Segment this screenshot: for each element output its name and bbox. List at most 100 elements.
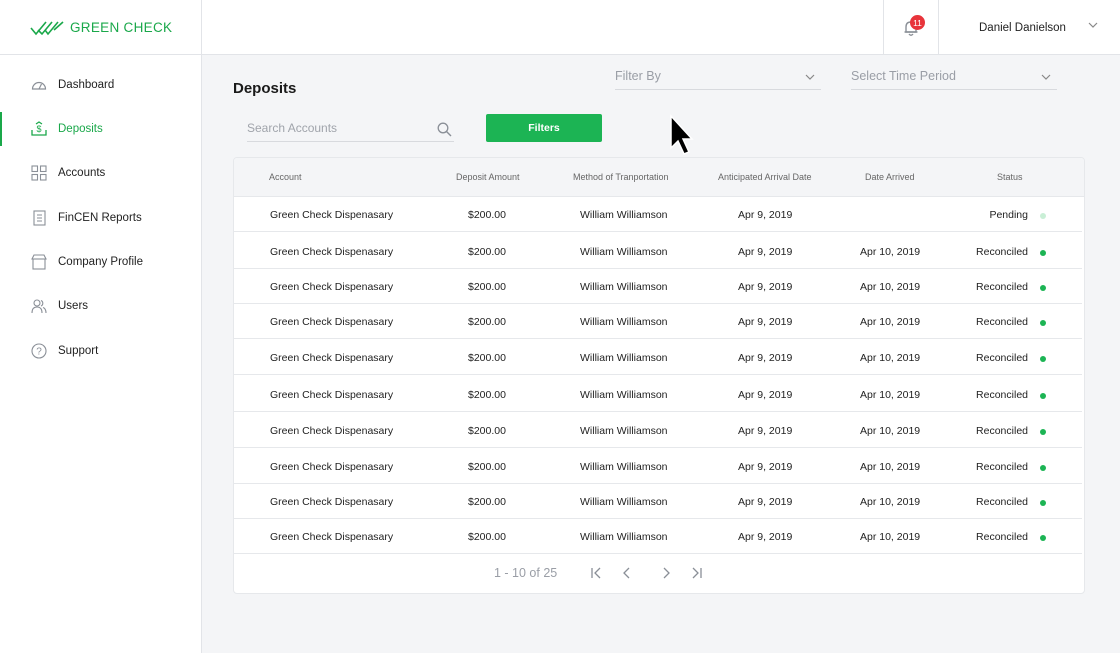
column-header-status[interactable]: Status xyxy=(997,172,1023,182)
brand-name: GREEN CHECK xyxy=(70,20,173,35)
cell-anticipated: Apr 9, 2019 xyxy=(738,461,793,473)
table-row[interactable]: Green Check Dispenasary $200.00 William Wi… xyxy=(234,269,1082,304)
cell-anticipated: Apr 9, 2019 xyxy=(738,316,793,328)
cell-arrived: Apr 10, 2019 xyxy=(860,352,921,364)
deposits-table: Account Deposit Amount Method of Tranpor… xyxy=(233,157,1085,594)
search-input[interactable] xyxy=(247,118,427,138)
sidebar-item-fincen-reports[interactable]: FinCEN Reports xyxy=(0,198,202,238)
column-header-method[interactable]: Method of Tranportation xyxy=(573,172,669,182)
cell-method: William Williamson xyxy=(580,246,668,258)
notification-badge: 11 xyxy=(910,15,925,30)
chevron-down-icon xyxy=(1041,74,1051,80)
cell-method: William Williamson xyxy=(580,352,668,364)
notifications-button[interactable]: 11 xyxy=(883,0,939,55)
table-row[interactable]: Green Check Dispenasary $200.00 William Wi… xyxy=(234,340,1082,375)
time-period-select[interactable]: Select Time Period xyxy=(851,64,1057,90)
sidebar-item-label: Deposits xyxy=(58,123,103,135)
svg-text:?: ? xyxy=(36,347,42,358)
table-row[interactable]: Green Check Dispenasary $200.00 William Wi… xyxy=(234,234,1082,269)
sidebar-item-dashboard[interactable]: Dashboard xyxy=(0,65,202,105)
sidebar-item-deposits[interactable]: $ Deposits xyxy=(0,109,202,149)
users-icon xyxy=(31,298,47,314)
page-title: Deposits xyxy=(233,80,297,97)
cell-amount: $200.00 xyxy=(468,209,506,221)
cell-account: Green Check Dispenasary xyxy=(270,316,394,328)
table-header: Account Deposit Amount Method of Tranpor… xyxy=(234,158,1084,197)
cell-anticipated: Apr 9, 2019 xyxy=(738,425,793,437)
cell-account: Green Check Dispenasary xyxy=(270,352,394,364)
svg-text:$: $ xyxy=(36,124,41,134)
status-label: Reconciled xyxy=(976,352,1028,364)
table-row[interactable]: Green Check Dispenasary $200.00 William Wi… xyxy=(234,197,1082,232)
prev-page-icon[interactable] xyxy=(620,566,634,580)
table-row[interactable]: Green Check Dispenasary $200.00 William Wi… xyxy=(234,449,1082,484)
cell-anticipated: Apr 9, 2019 xyxy=(738,531,793,543)
search-icon[interactable] xyxy=(437,122,452,137)
cell-anticipated: Apr 9, 2019 xyxy=(738,496,793,508)
cell-arrived: Apr 10, 2019 xyxy=(860,389,921,401)
status-label: Reconciled xyxy=(976,461,1028,473)
first-page-icon[interactable] xyxy=(590,566,604,580)
filters-button[interactable]: Filters xyxy=(486,114,602,142)
cell-account: Green Check Dispenasary xyxy=(270,209,394,221)
sidebar-item-label: Company Profile xyxy=(58,256,144,268)
sidebar-item-accounts[interactable]: Accounts xyxy=(0,153,202,193)
user-name: Daniel Danielson xyxy=(979,21,1066,34)
status-label: Reconciled xyxy=(976,496,1028,508)
cell-account: Green Check Dispenasary xyxy=(270,531,394,543)
sidebar-item-label: Support xyxy=(58,345,99,357)
cell-amount: $200.00 xyxy=(468,281,506,293)
next-page-icon[interactable] xyxy=(659,566,673,580)
last-page-icon[interactable] xyxy=(689,566,703,580)
logo[interactable]: GREEN CHECK xyxy=(0,0,202,55)
cell-amount: $200.00 xyxy=(468,531,506,543)
cell-anticipated: Apr 9, 2019 xyxy=(738,209,793,221)
chevron-down-icon xyxy=(1088,22,1098,28)
status-dot xyxy=(1040,535,1046,541)
table-row[interactable]: Green Check Dispenasary $200.00 William Wi… xyxy=(234,377,1082,412)
column-header-account[interactable]: Account xyxy=(269,172,302,182)
column-header-deposit-amount[interactable]: Deposit Amount xyxy=(456,172,520,182)
chevron-down-icon xyxy=(805,74,815,80)
cell-anticipated: Apr 9, 2019 xyxy=(738,389,793,401)
sidebar-item-company-profile[interactable]: Company Profile xyxy=(0,242,202,282)
table-row[interactable]: Green Check Dispenasary $200.00 William Wi… xyxy=(234,484,1082,519)
store-icon xyxy=(31,254,47,270)
cell-method: William Williamson xyxy=(580,496,668,508)
table-row[interactable]: Green Check Dispenasary $200.00 William Wi… xyxy=(234,304,1082,339)
status-label: Reconciled xyxy=(976,531,1028,543)
pagination-range: 1 - 10 of 25 xyxy=(494,566,558,580)
filter-by-select[interactable]: Filter By xyxy=(615,64,821,90)
cell-method: William Williamson xyxy=(580,209,668,221)
cell-arrived: Apr 10, 2019 xyxy=(860,316,921,328)
cell-amount: $200.00 xyxy=(468,425,506,437)
cell-method: William Williamson xyxy=(580,461,668,473)
sidebar-item-users[interactable]: Users xyxy=(0,286,202,326)
sidebar-item-label: Dashboard xyxy=(58,79,115,91)
mouse-cursor-icon xyxy=(670,114,694,155)
time-period-value: Select Time Period xyxy=(851,69,956,83)
status-dot xyxy=(1040,393,1046,399)
user-menu[interactable]: Daniel Danielson xyxy=(939,0,1120,55)
cell-account: Green Check Dispenasary xyxy=(270,425,394,437)
cell-anticipated: Apr 9, 2019 xyxy=(738,281,793,293)
cell-anticipated: Apr 9, 2019 xyxy=(738,352,793,364)
table-row[interactable]: Green Check Dispenasary $200.00 William Wi… xyxy=(234,519,1082,554)
column-header-anticipated-date[interactable]: Anticipated Arrival Date xyxy=(718,172,812,182)
cell-arrived: Apr 10, 2019 xyxy=(860,461,921,473)
status-label: Reconciled xyxy=(976,389,1028,401)
cell-amount: $200.00 xyxy=(468,389,506,401)
cell-account: Green Check Dispenasary xyxy=(270,496,394,508)
column-header-date-arrived[interactable]: Date Arrived xyxy=(865,172,915,182)
status-dot xyxy=(1040,285,1046,291)
cell-account: Green Check Dispenasary xyxy=(270,461,394,473)
cell-amount: $200.00 xyxy=(468,496,506,508)
sidebar-item-support[interactable]: ? Support xyxy=(0,331,202,371)
dashboard-icon xyxy=(31,77,47,93)
table-row[interactable]: Green Check Dispenasary $200.00 William Wi… xyxy=(234,413,1082,448)
cell-method: William Williamson xyxy=(580,425,668,437)
cell-account: Green Check Dispenasary xyxy=(270,246,394,258)
green-check-logo-icon xyxy=(30,20,64,35)
status-dot xyxy=(1040,320,1046,326)
cell-method: William Williamson xyxy=(580,316,668,328)
